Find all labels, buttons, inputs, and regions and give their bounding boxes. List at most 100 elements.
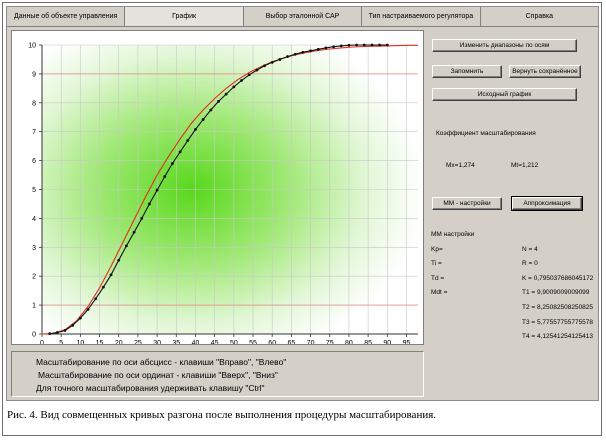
scale-coefficient-title: Коэффициент масштабирования (436, 130, 536, 137)
x-tick-label: 90 (383, 340, 391, 344)
tab-regulator-type[interactable]: Тип настраиваемого регулятора (362, 7, 481, 26)
x-tick-label: 40 (192, 340, 200, 344)
tab-reference-system[interactable]: Выбор эталонной САР (244, 7, 363, 26)
data-point (332, 45, 335, 49)
x-tick-label: 20 (115, 340, 123, 344)
y-tick-label: 0 (32, 332, 36, 339)
tab-help[interactable]: Справка (481, 7, 598, 26)
x-tick-label: 60 (268, 340, 276, 344)
data-point (78, 316, 82, 320)
k-value: K = 0,795037686045172 (522, 275, 594, 282)
data-point (232, 85, 236, 89)
data-point (194, 127, 197, 131)
data-point (278, 58, 282, 61)
mdt-label: Mdt = (431, 289, 448, 296)
chart-panel: 0 5 10 15 20 25 30 35 40 45 50 55 60 65 70 75 80 85 90 95 0 1… (11, 30, 424, 345)
data-point (309, 49, 312, 53)
data-point (109, 273, 113, 277)
data-point (270, 60, 274, 64)
x-tick-label: 25 (134, 340, 142, 344)
data-point (186, 138, 190, 142)
data-point (201, 118, 205, 121)
data-point (286, 55, 289, 58)
x-tick-label: 95 (403, 340, 411, 344)
mx-value: Mx=1,274 (446, 162, 475, 169)
hint-ctrl: Для точного масштабирования удерживать к… (36, 383, 265, 393)
y-tick-label: 3 (32, 245, 36, 252)
y-tick-label: 9 (32, 71, 36, 78)
hint-y-scaling: Масштабирование по оси ординат - клавиши… (38, 370, 278, 380)
data-point (224, 92, 228, 96)
data-point (178, 150, 182, 154)
data-point (378, 43, 382, 47)
data-point (240, 79, 243, 82)
mm-settings-button[interactable]: ММ - настройки (432, 197, 502, 210)
data-point (94, 297, 98, 301)
x-tick-label: 55 (249, 340, 257, 344)
t4-value: T4 = 4,12541254125413 (522, 333, 594, 340)
data-point (347, 43, 351, 47)
x-tick-label: 75 (326, 340, 334, 344)
x-tick-label: 65 (287, 340, 295, 344)
tab-graph[interactable]: График (125, 7, 244, 26)
data-point (155, 188, 159, 192)
data-point (355, 43, 359, 47)
data-point (48, 332, 52, 336)
hint-panel: Масштабирование по оси абсцисс - клавиши… (11, 351, 424, 397)
approximation-button[interactable]: Аппроксимация (511, 196, 583, 211)
tab-object-data[interactable]: Данные об объекте управления (7, 7, 126, 26)
y-tick-label: 2 (32, 274, 36, 281)
y-tick-label: 7 (32, 129, 36, 136)
data-point (385, 43, 389, 47)
data-point (209, 108, 213, 112)
data-point (86, 308, 90, 311)
x-tick-label: 85 (364, 340, 372, 344)
data-point (324, 46, 328, 50)
figure-caption: Рис. 4. Вид совмещенных кривых разгона п… (7, 409, 437, 421)
data-point (101, 285, 105, 289)
y-tick-label: 4 (32, 216, 36, 223)
data-point (301, 50, 305, 54)
data-point (217, 99, 220, 103)
x-tick-label: 50 (230, 340, 238, 344)
y-tick-label: 10 (28, 43, 36, 50)
mm-settings-title: ММ настройки (431, 231, 475, 238)
y-tick-label: 5 (32, 187, 36, 194)
n-value: N = 4 (522, 246, 538, 253)
t1-value: T1 = 9,9009009009099 (522, 289, 590, 296)
response-curve-chart: 0 5 10 15 20 25 30 35 40 45 50 55 60 65 70 75 80 85 90 9501… (28, 43, 418, 344)
app-window: Данные об объекте управления График Выбо… (6, 6, 599, 401)
x-tick-label: 5 (59, 340, 63, 344)
data-point (140, 217, 144, 220)
x-tick-label: 10 (76, 340, 84, 344)
restore-saved-button[interactable]: Вернуть сохранённое (509, 65, 581, 78)
data-point (255, 68, 259, 72)
td-label: Td = (431, 275, 445, 282)
t2-value: T2 = 8,25082508250825 (522, 304, 594, 311)
data-point (247, 73, 251, 77)
data-point (55, 331, 59, 334)
data-point (63, 329, 67, 332)
x-tick-label: 30 (153, 340, 161, 344)
data-point (71, 323, 75, 327)
kp-label: Kp= (431, 246, 443, 253)
tab-bar: Данные об объекте управления График Выбо… (7, 7, 598, 27)
data-point (263, 64, 266, 68)
ti-label: Ti = (431, 260, 442, 267)
x-tick-label: 15 (96, 340, 104, 344)
data-point (293, 52, 297, 56)
data-point (117, 258, 121, 262)
r-value: R = 0 (522, 260, 538, 267)
data-point (370, 43, 374, 47)
x-tick-label: 70 (307, 340, 315, 344)
control-panel: Изменить диапазоны по осям Запомнить Вер… (427, 30, 598, 345)
x-tick-label: 45 (211, 340, 219, 344)
data-point (125, 244, 128, 248)
remember-button[interactable]: Запомнить (432, 65, 502, 78)
original-graph-button[interactable]: Исходный график (432, 88, 577, 101)
data-point (163, 175, 167, 178)
y-tick-label: 1 (32, 303, 36, 310)
data-point (171, 162, 174, 165)
change-ranges-button[interactable]: Изменить диапазоны по осям (432, 39, 577, 52)
data-point (362, 43, 366, 47)
